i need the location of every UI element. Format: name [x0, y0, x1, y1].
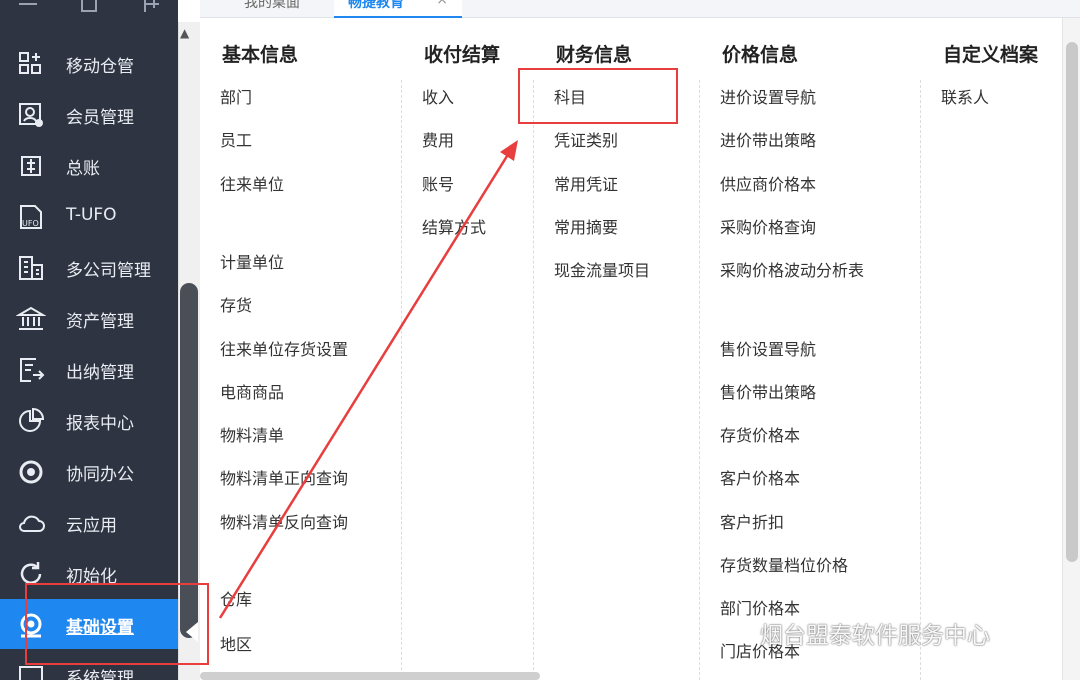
wechat-icon	[725, 620, 756, 643]
menu-item-partner-inventory[interactable]: 往来单位存货设置	[220, 336, 348, 360]
sidebar-item-label: 云应用	[66, 516, 117, 536]
sidebar-item-cashier[interactable]: 出纳管理	[0, 344, 178, 394]
company-icon	[16, 253, 46, 283]
menu-item-contact[interactable]: 联系人	[941, 84, 989, 108]
panel-scrollbar-thumb[interactable]	[1066, 42, 1078, 562]
sidebar-item-t-ufo[interactable]: UFO T-UFO	[0, 191, 178, 241]
column-divider	[699, 80, 700, 680]
menu-item-purchase-price-analysis[interactable]: 采购价格波动分析表	[720, 257, 864, 281]
menu-item-voucher-type[interactable]: 凭证类别	[554, 127, 618, 151]
sidebar-item-label: 移动仓管	[66, 57, 134, 77]
column-divider	[920, 80, 921, 680]
menu-item-department[interactable]: 部门	[220, 84, 252, 108]
scroll-up-icon[interactable]: ▲	[180, 26, 189, 40]
cloud-icon	[16, 508, 46, 538]
sidebar-item-label: 出纳管理	[66, 363, 134, 383]
menu-item-account[interactable]: 账号	[422, 171, 454, 195]
member-icon	[16, 100, 46, 130]
tab-label: 畅捷教育	[348, 0, 404, 11]
menu-item-income[interactable]: 收入	[422, 84, 454, 108]
menu-item-supplier-price-book[interactable]: 供应商价格本	[720, 171, 816, 195]
menu-item-bom-reverse[interactable]: 物料清单反向查询	[220, 509, 348, 533]
highlight-box-subject	[518, 68, 678, 124]
sidebar: 移动仓管 会员管理 总账 UFO T-UFO 多公司管理 资产管理 出纳管理 报…	[0, 0, 178, 680]
sidebar-toolbar	[0, 0, 178, 22]
ufo-icon: UFO	[16, 202, 46, 232]
app-root: 移动仓管 会员管理 总账 UFO T-UFO 多公司管理 资产管理 出纳管理 报…	[0, 0, 1080, 680]
tab-bar: 我的桌面 畅捷教育 ×	[200, 0, 1080, 18]
panel-scrollbar[interactable]	[1062, 18, 1080, 680]
sidebar-item-member[interactable]: 会员管理	[0, 89, 178, 139]
menu-icon[interactable]	[16, 0, 40, 14]
column-divider	[533, 80, 534, 680]
highlight-box-basic-settings	[25, 583, 209, 665]
menu-item-unit[interactable]: 计量单位	[220, 249, 284, 273]
tab-active[interactable]: 畅捷教育 ×	[334, 0, 462, 18]
sidebar-item-label: 报表中心	[66, 414, 134, 434]
menu-item-sale-price-strategy[interactable]: 售价带出策略	[720, 379, 816, 403]
menu-item-purchase-price-strategy[interactable]: 进价带出策略	[720, 127, 816, 151]
bank-icon	[15, 304, 47, 334]
menu-item-common-summary[interactable]: 常用摘要	[554, 214, 618, 238]
tab-my-desktop[interactable]: 我的桌面	[244, 0, 300, 16]
menu-item-purchase-price-query[interactable]: 采购价格查询	[720, 214, 816, 238]
cashier-icon	[16, 355, 46, 385]
menu-item-ecommerce-goods[interactable]: 电商商品	[220, 379, 284, 403]
menu-item-customer-discount[interactable]: 客户折扣	[720, 509, 784, 533]
menu-item-sale-price-nav[interactable]: 售价设置导航	[720, 336, 816, 360]
collab-icon	[16, 457, 46, 487]
menu-item-warehouse[interactable]: 仓库	[220, 586, 252, 610]
sidebar-item-collab[interactable]: 协同办公	[0, 446, 178, 496]
add-icon[interactable]	[140, 0, 164, 14]
svg-text:UFO: UFO	[22, 219, 39, 228]
menu-item-common-voucher[interactable]: 常用凭证	[554, 171, 618, 195]
menu-item-bom[interactable]: 物料清单	[220, 422, 284, 446]
sidebar-item-label: 多公司管理	[66, 261, 151, 281]
sidebar-item-label: 资产管理	[66, 312, 134, 332]
menu-item-quantity-tier-price[interactable]: 存货数量档位价格	[720, 552, 848, 576]
sidebar-item-label: T-UFO	[66, 205, 117, 225]
sidebar-item-assets[interactable]: 资产管理	[0, 293, 178, 343]
menu-item-bom-forward[interactable]: 物料清单正向查询	[220, 465, 348, 489]
sidebar-item-mobile-warehouse[interactable]: 移动仓管	[0, 38, 178, 88]
menu-item-employee[interactable]: 员工	[220, 127, 252, 151]
column-title-finance: 财务信息	[556, 44, 633, 66]
menu-item-inventory[interactable]: 存货	[220, 292, 252, 316]
menu-item-inventory-price-book[interactable]: 存货价格本	[720, 422, 800, 446]
menu-item-settlement-method[interactable]: 结算方式	[422, 214, 486, 238]
menu-item-partner[interactable]: 往来单位	[220, 171, 284, 195]
close-icon[interactable]: ×	[436, 0, 448, 8]
sidebar-item-multi-company[interactable]: 多公司管理	[0, 242, 178, 292]
sidebar-item-label: 协同办公	[66, 465, 134, 485]
column-title-pricing: 价格信息	[722, 44, 799, 66]
sidebar-item-cloud[interactable]: 云应用	[0, 497, 178, 547]
ledger-icon	[16, 151, 46, 181]
search-icon[interactable]	[78, 0, 102, 14]
menu-item-customer-price-book[interactable]: 客户价格本	[720, 465, 800, 489]
column-divider	[401, 80, 402, 680]
sidebar-item-label: 系统管理	[66, 669, 134, 680]
sidebar-item-label: 会员管理	[66, 108, 134, 128]
watermark-text: 烟台盟泰软件服务中心	[760, 623, 990, 649]
horizontal-scrollbar-thumb[interactable]	[200, 672, 540, 680]
sidebar-item-ledger[interactable]: 总账	[0, 140, 178, 190]
pie-chart-icon	[16, 406, 46, 436]
column-title-settlement: 收付结算	[424, 44, 501, 66]
sidebar-item-reports[interactable]: 报表中心	[0, 395, 178, 445]
mobile-warehouse-icon	[16, 49, 46, 79]
column-title-custom: 自定义档案	[943, 44, 1039, 66]
sidebar-item-label: 总账	[66, 159, 100, 179]
menu-item-purchase-price-nav[interactable]: 进价设置导航	[720, 84, 816, 108]
column-title-basic: 基本信息	[222, 44, 299, 66]
menu-item-region[interactable]: 地区	[220, 631, 252, 655]
menu-item-cash-flow[interactable]: 现金流量项目	[554, 257, 650, 281]
menu-item-expense[interactable]: 费用	[422, 127, 454, 151]
